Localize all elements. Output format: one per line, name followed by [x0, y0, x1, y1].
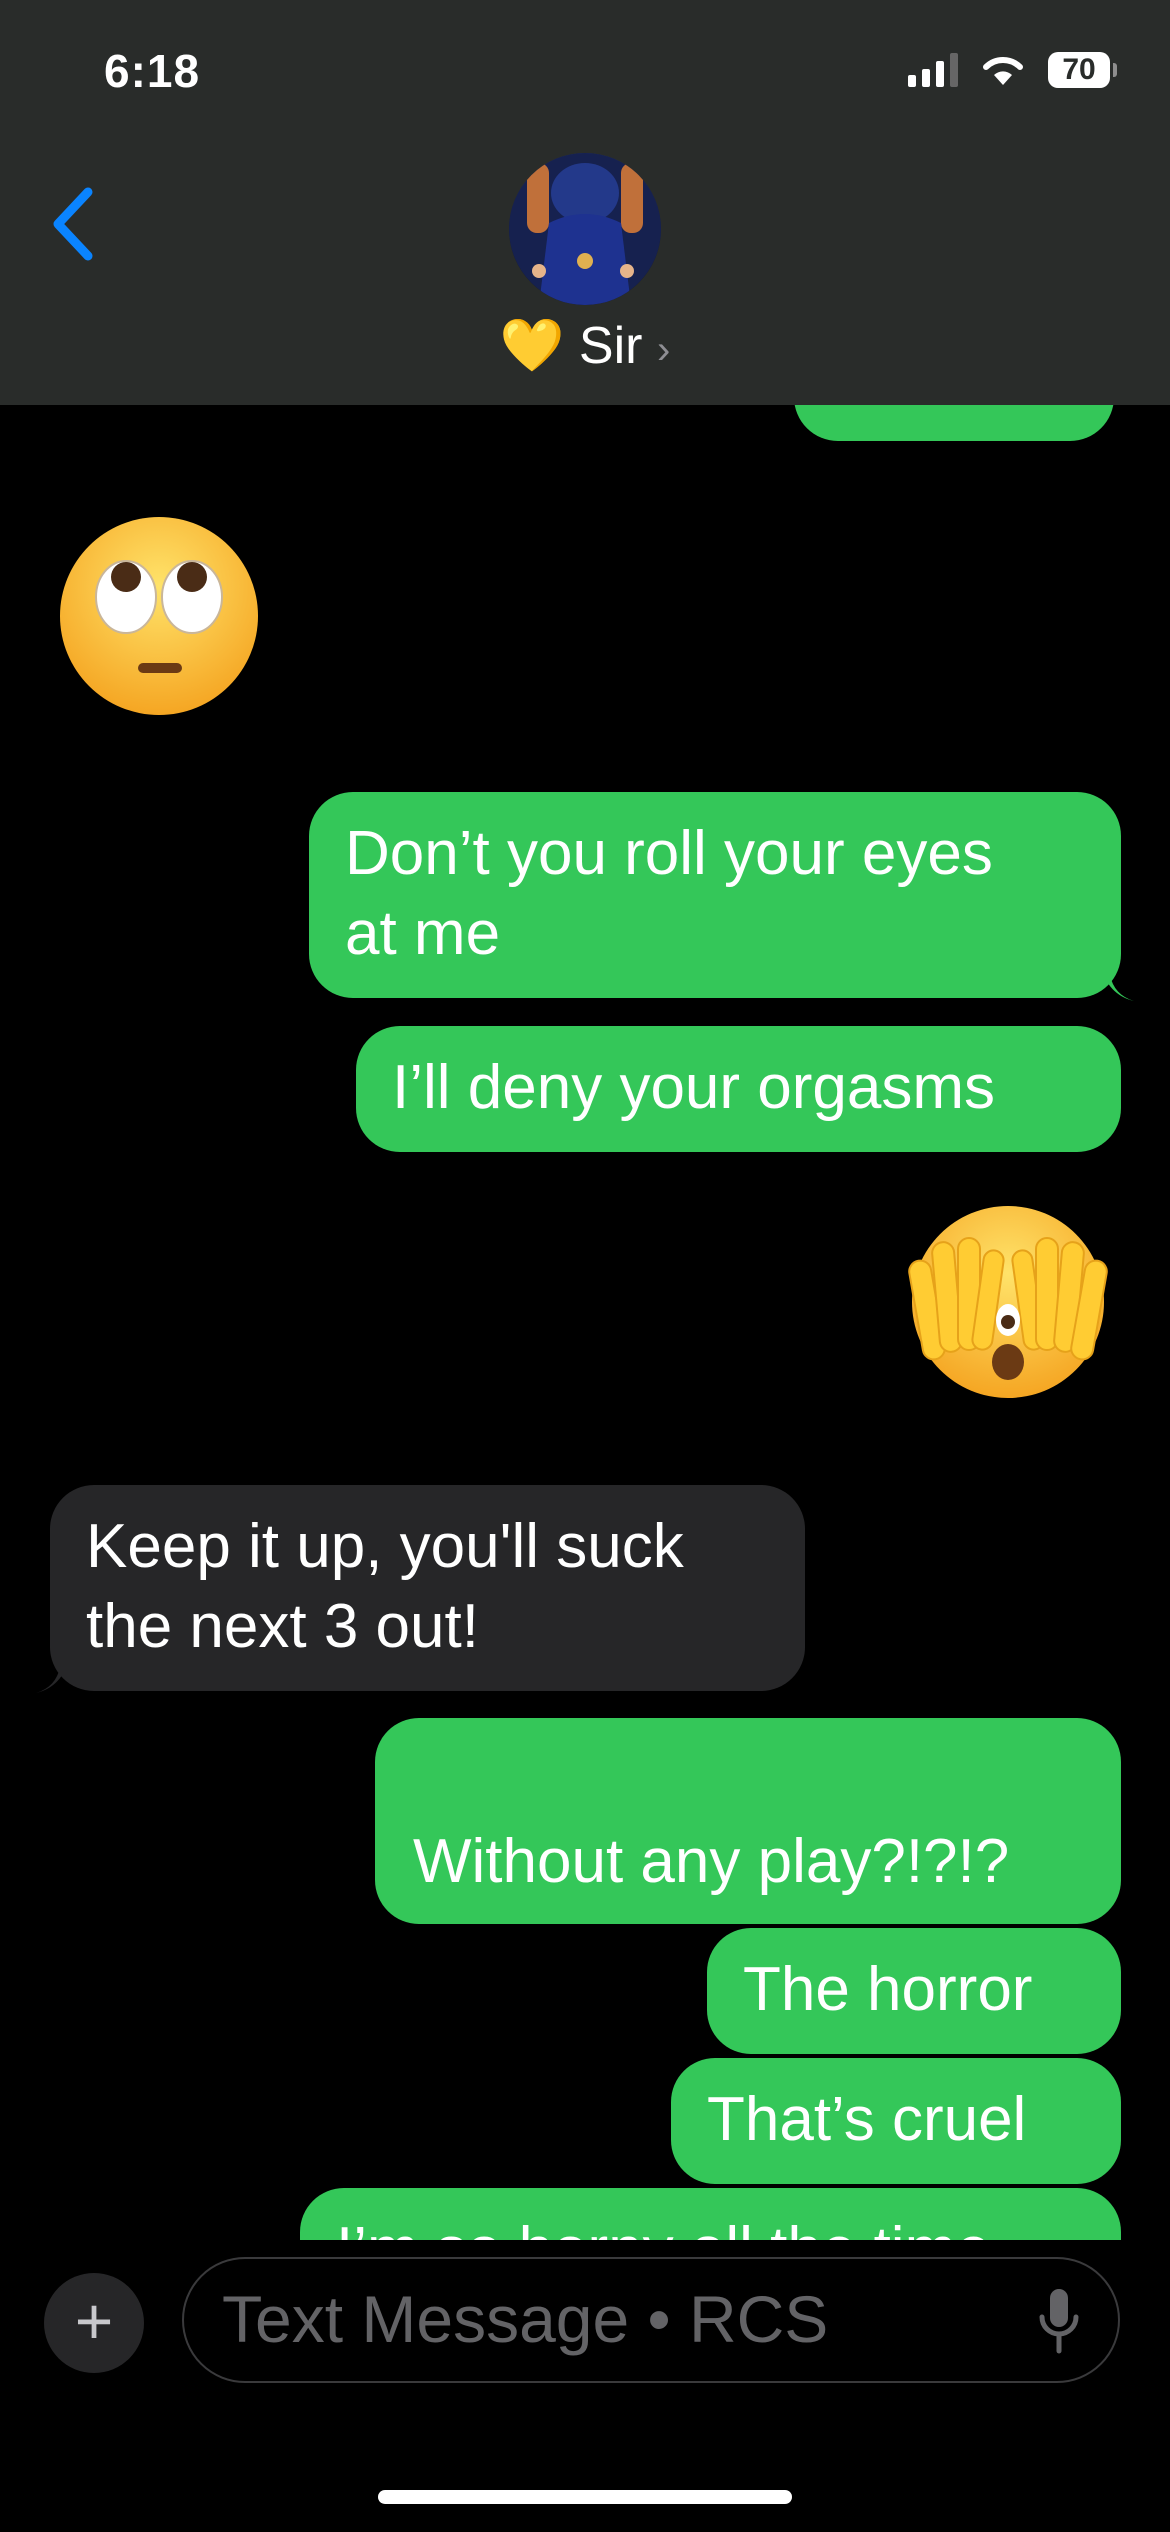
message-bubble-outgoing[interactable]: Without any play?!?!?	[375, 1718, 1121, 1924]
message-bubble-outgoing[interactable]: Don’t you roll your eyes at me	[309, 792, 1121, 998]
status-icons: 70	[908, 52, 1117, 88]
nav-header: 6:18 70 💛 Sir ›	[0, 0, 1170, 405]
chevron-right-icon: ›	[656, 328, 671, 372]
message-bubble-outgoing[interactable]: I’ll deny your orgasms	[356, 1026, 1121, 1152]
contact-name: Sir	[578, 317, 643, 375]
message-input-placeholder: Text Message • RCS	[222, 2282, 829, 2356]
back-chevron-icon[interactable]	[40, 180, 110, 270]
face-with-hands-over-eyes-emoji[interactable]	[906, 1202, 1110, 1406]
message-bubble-outgoing[interactable]: That’s cruel	[671, 2058, 1121, 2184]
contact-avatar[interactable]	[509, 153, 661, 305]
battery-icon: 70	[1048, 52, 1117, 88]
status-time: 6:18	[104, 45, 201, 97]
message-thread[interactable]: Don’t you roll your eyes at me I’ll deny…	[0, 405, 1170, 2240]
wifi-icon	[983, 56, 1023, 85]
microphone-icon[interactable]	[1038, 2287, 1080, 2357]
heart-emoji: 💛	[499, 317, 565, 375]
bubble-tail-outgoing	[1100, 965, 1134, 1001]
message-text: I’ll deny your orgasms	[392, 1053, 996, 1122]
home-indicator[interactable]	[378, 2490, 792, 2504]
rolling-eyes-emoji[interactable]	[58, 515, 260, 717]
message-input[interactable]: Text Message • RCS	[182, 2257, 1120, 2383]
message-text: Without any play?!?!?	[413, 1827, 1010, 1896]
bubble-tail-incoming	[36, 1657, 70, 1693]
add-attachment-button[interactable]: +	[44, 2273, 144, 2373]
message-text: I’m so horny all the time	[336, 2210, 991, 2240]
message-text: Keep it up, you'll suck the next 3 out!	[86, 1512, 684, 1661]
message-text: The horror	[743, 1955, 1033, 2024]
message-bubble-outgoing-partial[interactable]: I’m so horny all the time	[300, 2188, 1121, 2240]
message-bubble-incoming[interactable]: Keep it up, you'll suck the next 3 out!	[50, 1485, 805, 1691]
contact-name-row[interactable]: 💛 Sir ›	[0, 315, 1170, 376]
message-text: That’s cruel	[707, 2085, 1027, 2154]
cellular-signal-icon	[908, 53, 958, 87]
message-bubble-outgoing-partial[interactable]	[794, 405, 1114, 441]
message-text: Don’t you roll your eyes at me	[345, 819, 993, 968]
message-bubble-outgoing[interactable]: The horror	[707, 1928, 1121, 2054]
